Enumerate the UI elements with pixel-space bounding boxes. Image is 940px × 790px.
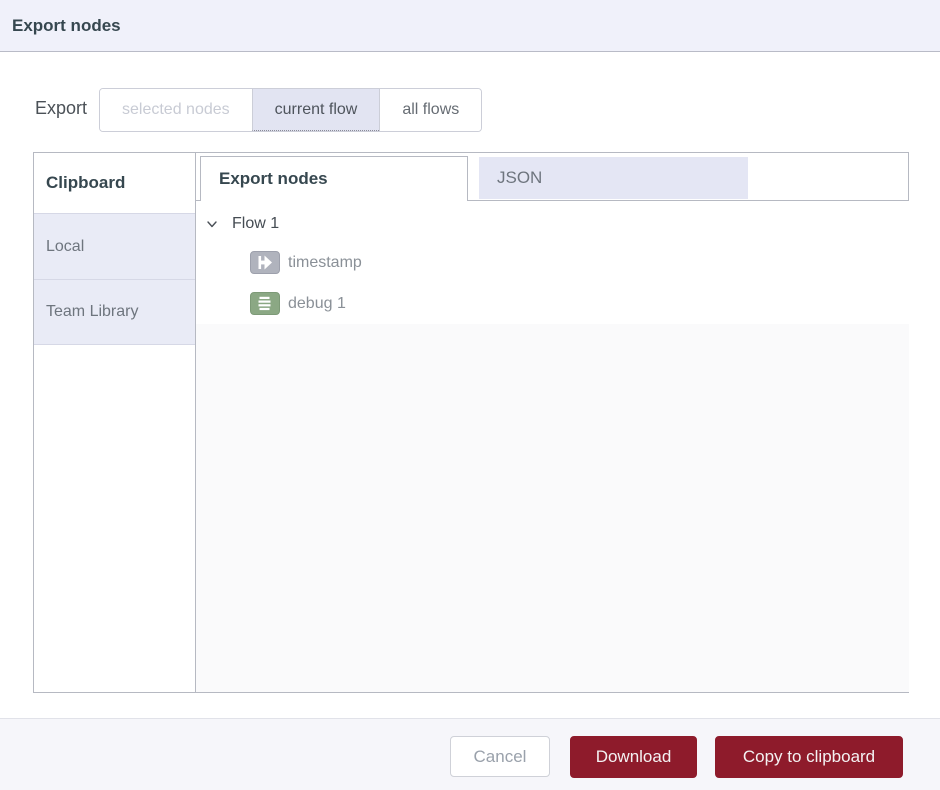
tab-json[interactable]: JSON	[479, 157, 748, 199]
download-button[interactable]: Download	[570, 736, 697, 778]
flow-tree-rows: Flow 1 timestamp	[196, 201, 909, 324]
dialog-footer: Cancel Download Copy to clipboard	[0, 718, 940, 790]
tab-export-nodes[interactable]: Export nodes	[200, 156, 468, 201]
dialog-header: Export nodes	[0, 0, 940, 52]
node-label: timestamp	[288, 254, 362, 272]
inject-arrow-icon	[250, 251, 280, 274]
scope-option-all-flows[interactable]: all flows	[379, 89, 481, 131]
export-nodes-dialog: Export nodes Export selected nodes curre…	[0, 0, 940, 790]
export-main-panel: Clipboard Local Team Library Export node…	[33, 152, 909, 693]
library-sidebar: Clipboard Local Team Library	[34, 153, 196, 692]
tree-row-node[interactable]: debug 1	[196, 283, 909, 324]
sidebar-header-clipboard: Clipboard	[34, 153, 195, 213]
copy-to-clipboard-button[interactable]: Copy to clipboard	[715, 736, 903, 778]
flow-label: Flow 1	[232, 215, 279, 233]
debug-lines-icon	[250, 292, 280, 315]
dialog-title: Export nodes	[12, 16, 121, 36]
sidebar-item-team-library[interactable]: Team Library	[34, 279, 195, 345]
cancel-button[interactable]: Cancel	[450, 736, 550, 777]
export-scope-label: Export	[35, 98, 87, 119]
sidebar-item-local[interactable]: Local	[34, 213, 195, 279]
node-label: debug 1	[288, 295, 346, 313]
tree-row-node[interactable]: timestamp	[196, 242, 909, 283]
chevron-down-icon[interactable]	[206, 218, 218, 230]
scope-option-current-flow[interactable]: current flow	[252, 89, 380, 131]
flow-tree-panel: Flow 1 timestamp	[196, 201, 909, 692]
export-scope-button-group: selected nodes current flow all flows	[99, 88, 482, 132]
export-scope-row: Export selected nodes current flow all f…	[0, 88, 940, 132]
scope-option-selected-nodes[interactable]: selected nodes	[100, 89, 252, 131]
tree-row-flow[interactable]: Flow 1	[196, 206, 909, 242]
